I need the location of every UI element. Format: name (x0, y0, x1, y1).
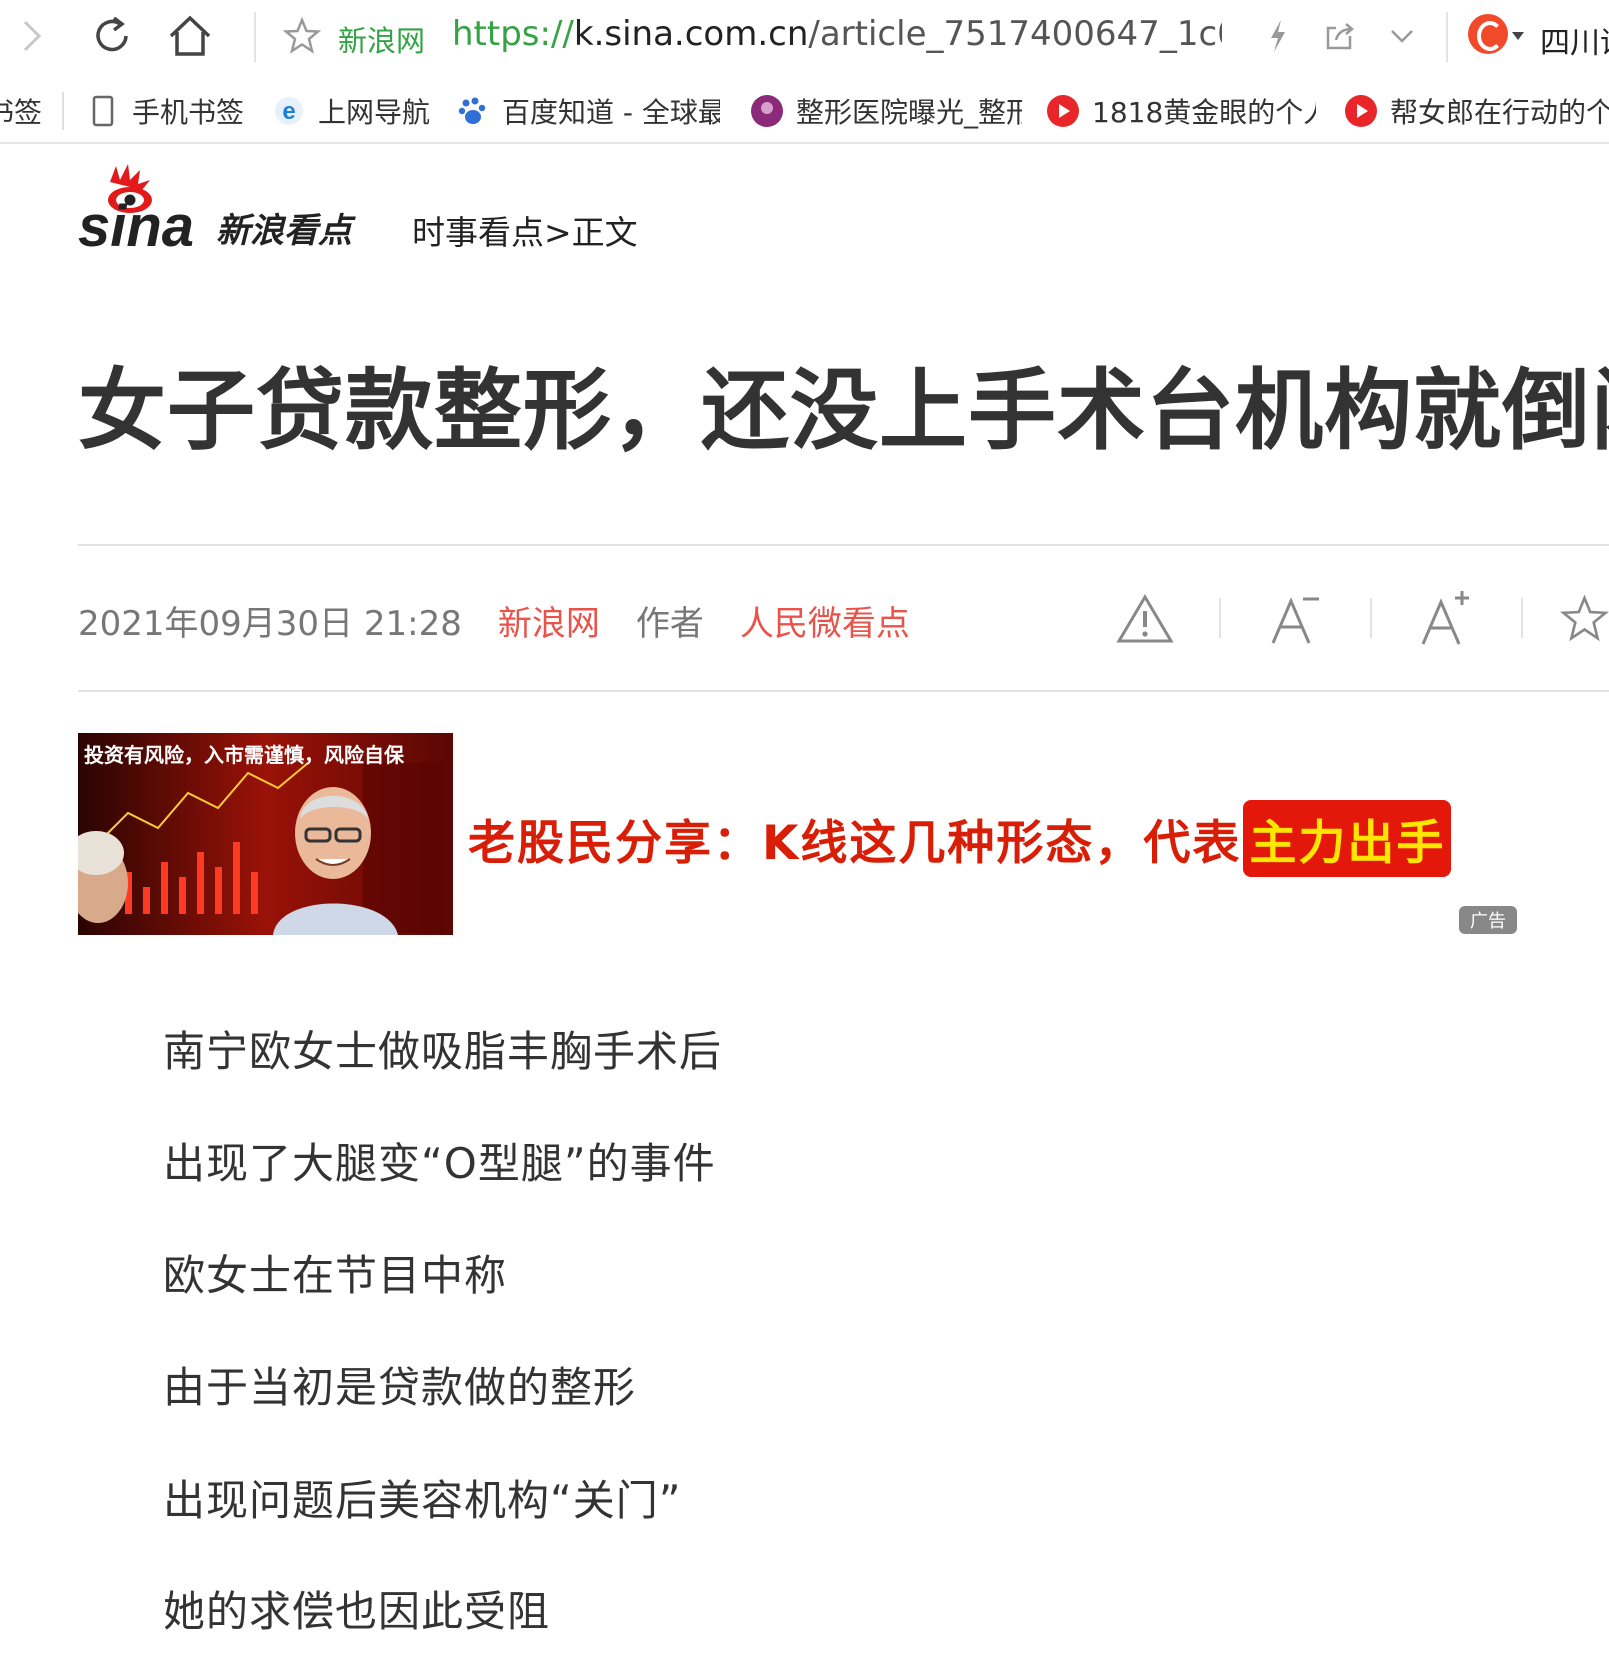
bookmark-bar: 书签 手机书签 e 上网导航 百度知道 - 全球最 整形医院曝光_整形 1818… (0, 78, 1609, 144)
address-dropdown-button[interactable] (1376, 10, 1428, 62)
favorite-button[interactable] (1560, 584, 1609, 654)
bookmark-item-clinic-exposure[interactable]: 整形医院曝光_整形 (750, 88, 1022, 134)
ie-icon: e (272, 94, 306, 128)
bookmark-item-mobile[interactable]: 手机书签 (86, 88, 256, 134)
bookmark-label: 帮女郎在行动的个 (1390, 96, 1609, 129)
toolbar-divider (1446, 12, 1448, 62)
bookmark-star-button[interactable] (276, 10, 328, 62)
article-paragraph: 欧女士在节目中称 (163, 1251, 508, 1300)
sogou-logo-icon[interactable] (1468, 14, 1508, 54)
bookmark-label: 上网导航 (318, 96, 431, 129)
bookmark-label: 手机书签 (132, 96, 245, 129)
logo-wordmark: sina (78, 194, 194, 259)
tool-divider (1370, 598, 1372, 638)
address-bar[interactable]: https://k.sina.com.cn/article_7517400647… (452, 14, 1222, 54)
font-increase-button[interactable] (1410, 584, 1480, 654)
user-city-label[interactable]: 四川话 (1540, 18, 1609, 62)
bookmark-item-1818[interactable]: 1818黄金眼的个人 (1046, 88, 1316, 134)
report-button[interactable] (1110, 584, 1180, 654)
article-paragraph: 南宁欧女士做吸脂丰胸手术后 (163, 1027, 723, 1076)
svg-text:e: e (282, 98, 295, 125)
author-label: 作者 (635, 603, 704, 644)
article-paragraph: 由于当初是贷款做的整形 (163, 1363, 637, 1412)
source-link[interactable]: 新浪网 (498, 596, 600, 645)
warning-icon (1116, 594, 1174, 643)
bookmark-item-baidu-zhidao[interactable]: 百度知道 - 全球最 (456, 88, 720, 134)
bookmark-label: 1818黄金眼的个人 (1092, 96, 1316, 129)
divider-bottom (78, 690, 1609, 692)
weibo-video-icon (1344, 94, 1378, 128)
weibo-video-icon (1046, 94, 1080, 128)
phone-icon (86, 94, 120, 128)
star-outline-icon (1560, 594, 1609, 642)
article-paragraph: 出现了大腿变“O型腿”的事件 (163, 1139, 716, 1188)
ad-headline-text: 老股民分享：K线这几种形态，代表 (468, 816, 1242, 871)
breadcrumb[interactable]: 时事看点>正文 (412, 206, 638, 254)
article-headline: 女子贷款整形，还没上手术台机构就倒闭 (78, 359, 1609, 462)
ad-headline[interactable]: 老股民分享：K线这几种形态，代表 主力出手 (468, 800, 1452, 877)
font-increase-icon (1421, 591, 1469, 645)
logo-suffix: 新浪看点 (216, 211, 356, 251)
article-paragraph: 出现问题后美容机构“关门” (163, 1476, 682, 1525)
font-decrease-icon (1271, 597, 1319, 644)
bookmark-divider (62, 92, 64, 130)
site-security-label[interactable]: 新浪网 (338, 18, 425, 60)
chevron-right-icon (23, 20, 42, 52)
home-button[interactable] (164, 10, 216, 62)
reload-button[interactable] (86, 10, 138, 62)
bookmark-item-helper-girls[interactable]: 帮女郎在行动的个 (1344, 88, 1609, 134)
bookmark-item-bookmarks[interactable]: 书签 (0, 88, 44, 134)
bookmark-label: 整形医院曝光_整形 (796, 96, 1022, 129)
publish-date: 2021年09月30日 21:28 (78, 603, 462, 644)
forward-button[interactable] (6, 10, 58, 62)
bookmark-label: 百度知道 - 全球最 (502, 96, 720, 129)
tool-divider (1219, 598, 1221, 638)
star-outline-icon (282, 16, 322, 54)
url-host: k.sina.com.cn (573, 14, 809, 54)
article-meta: 2021年09月30日 21:28 新浪网 作者 人民微看点 (78, 596, 910, 644)
author-link[interactable]: 人民微看点 (740, 596, 910, 645)
ad-badge: 广告 (1459, 906, 1517, 934)
divider-top (78, 544, 1609, 546)
share-icon (1326, 23, 1354, 50)
lightning-icon (1271, 20, 1285, 52)
ad-image[interactable]: 投资有风险，入市需谨慎，风险自保 (78, 733, 453, 935)
clinic-badge-icon (750, 94, 784, 128)
url-path: /article_7517400647_1c0126e47 (808, 14, 1222, 54)
home-icon (169, 15, 211, 56)
baidu-paw-icon (456, 94, 490, 128)
share-button[interactable] (1314, 10, 1366, 62)
ad-headline-highlight: 主力出手 (1243, 800, 1452, 877)
url-scheme: https:// (452, 14, 574, 54)
ad-image-caption: 投资有风险，入市需谨慎，风险自保 (84, 743, 404, 767)
toolbar-divider (254, 12, 256, 62)
browser-toolbar: 新浪网 https://k.sina.com.cn/article_751740… (0, 0, 1609, 78)
bookmark-item-navigation[interactable]: e 上网导航 (272, 88, 442, 134)
speed-mode-button[interactable] (1252, 10, 1304, 62)
tool-divider (1521, 598, 1523, 638)
font-decrease-button[interactable] (1260, 584, 1330, 654)
article-paragraph: 她的求偿也因此受阻 (163, 1587, 551, 1636)
caret-down-icon[interactable] (1512, 32, 1524, 40)
sina-kandian-logo[interactable]: sina 新浪看点 (78, 160, 390, 260)
reload-icon (96, 16, 128, 52)
bookmark-label: 书签 (0, 96, 43, 129)
sina-logo-icon: sina 新浪看点 (78, 164, 356, 259)
chevron-down-icon (1391, 30, 1413, 43)
